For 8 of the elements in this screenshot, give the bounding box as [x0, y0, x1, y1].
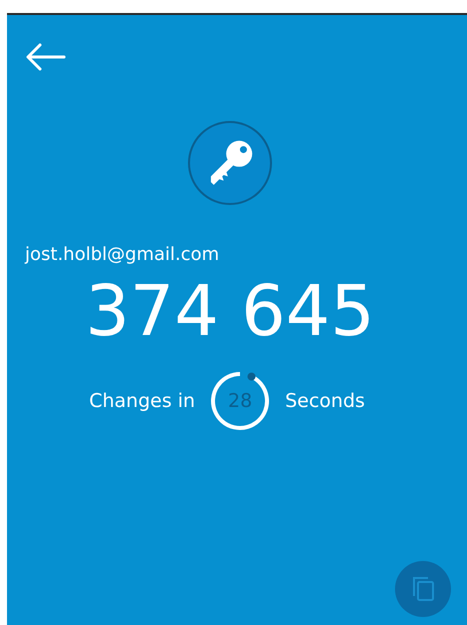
back-icon[interactable]: [26, 43, 66, 71]
account-email: jost.holbl@gmail.com: [25, 244, 220, 265]
key-icon: [187, 120, 273, 206]
countdown-ring: 28: [209, 370, 272, 432]
copy-icon: [410, 575, 436, 603]
verification-code: 374 645: [85, 273, 376, 350]
timer-label: Seconds: [285, 390, 365, 412]
timer-label: Changes in: [89, 390, 196, 412]
